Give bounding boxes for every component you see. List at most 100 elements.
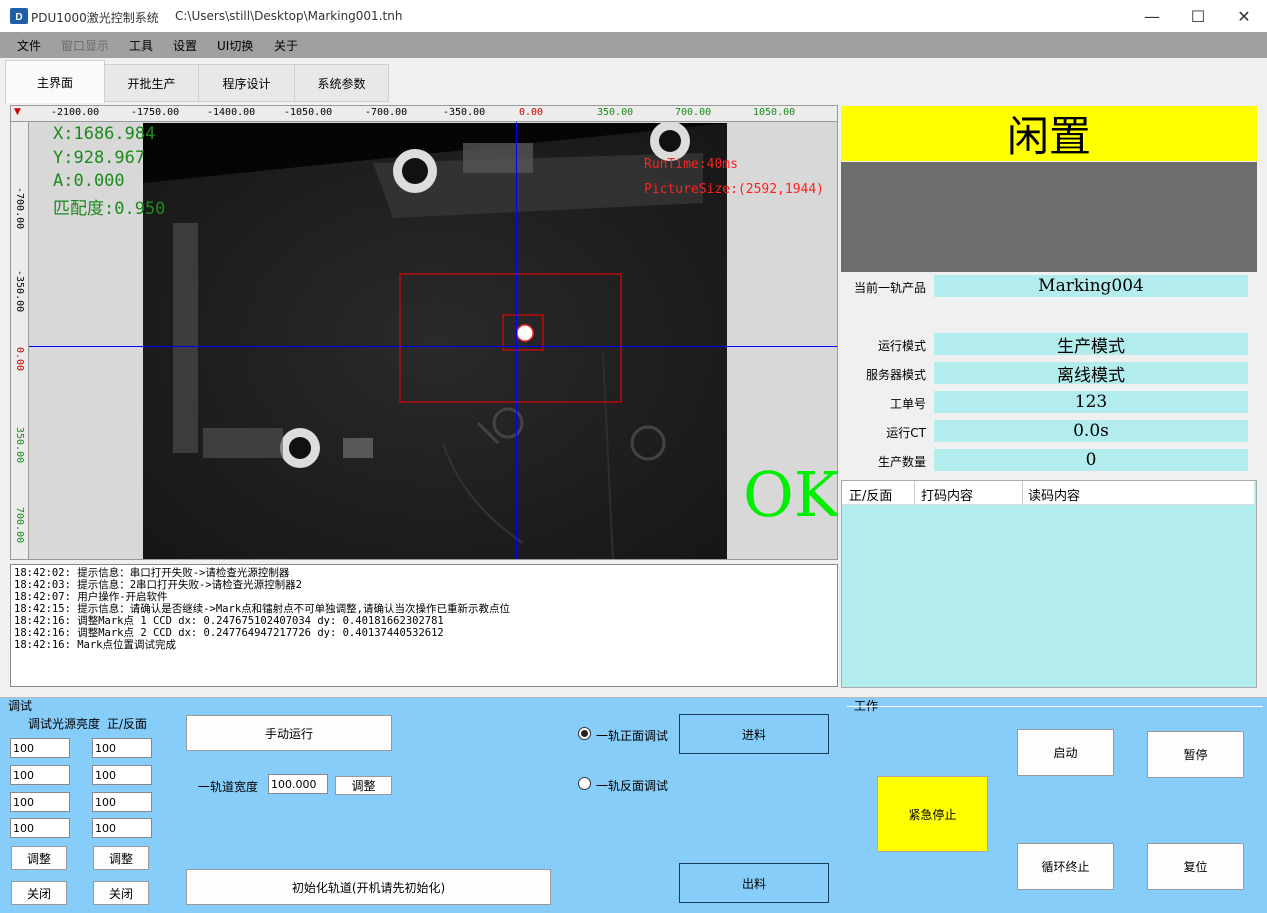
table-header: 正/反面 打码内容 读码内容 bbox=[842, 481, 1254, 505]
start-button[interactable]: 启动 bbox=[1017, 729, 1114, 776]
ruler-tick-label: -2100.00 bbox=[51, 107, 100, 118]
info-value-run-mode: 生产模式 bbox=[934, 333, 1248, 357]
info-value-run-ct: 0.0s bbox=[934, 420, 1248, 442]
coord-y: Y:928.967 bbox=[53, 148, 146, 168]
ruler-tick-label: -350.00 bbox=[443, 107, 486, 118]
emergency-stop-button[interactable]: 紧急停止 bbox=[877, 776, 988, 852]
info-value-work-order: 123 bbox=[934, 391, 1248, 413]
log-line: 18:42:16: 调整Mark点 1 CCD dx: 0.2476751024… bbox=[14, 615, 444, 627]
log-line: 18:42:02: 提示信息：串口打开失败->请检查光源控制器 bbox=[14, 567, 290, 579]
info-label-current-product: 当前一轨产品 bbox=[853, 281, 926, 295]
match-score: 匹配度:0.950 bbox=[53, 199, 166, 219]
light-close-button[interactable]: 关闭 bbox=[11, 881, 67, 905]
feed-in-button[interactable]: 进料 bbox=[679, 714, 829, 754]
file-path: C:\Users\still\Desktop\Marking001.tnh bbox=[175, 9, 403, 23]
log-line: 18:42:16: 调整Mark点 2 CCD dx: 0.2477649472… bbox=[14, 627, 444, 639]
face-input-3[interactable]: 100 bbox=[92, 792, 152, 812]
tab-main[interactable]: 主界面 bbox=[5, 60, 105, 103]
log-panel[interactable]: 18:42:02: 提示信息：串口打开失败->请检查光源控制器 18:42:03… bbox=[10, 564, 838, 687]
radio-back-debug[interactable] bbox=[578, 777, 591, 790]
tab-system-params[interactable]: 系统参数 bbox=[294, 64, 389, 102]
info-value-current-product: Marking004 bbox=[934, 275, 1248, 297]
ruler-tick-label: -350.00 bbox=[14, 270, 25, 313]
svg-text:D: D bbox=[15, 12, 22, 23]
ruler-origin-icon: ▼ bbox=[14, 107, 21, 117]
column-header[interactable]: 打码内容 bbox=[921, 485, 973, 504]
light-input-1[interactable]: 100 bbox=[10, 738, 70, 758]
pause-button[interactable]: 暂停 bbox=[1147, 731, 1244, 778]
manual-run-button[interactable]: 手动运行 bbox=[186, 715, 392, 751]
coord-x: X:1686.984 bbox=[53, 124, 156, 144]
radio-front-label[interactable]: 一轨正面调试 bbox=[596, 727, 668, 744]
track-adjust-button[interactable]: 调整 bbox=[335, 776, 392, 795]
menu-tools[interactable]: 工具 bbox=[129, 37, 153, 54]
title-bar: D PDU1000激光控制系统 C:\Users\still\Desktop\M… bbox=[0, 0, 1267, 32]
coord-angle: A:0.000 bbox=[53, 171, 125, 191]
tab-batch-production[interactable]: 开批生产 bbox=[104, 64, 199, 102]
radio-selected-icon bbox=[581, 730, 588, 737]
column-header[interactable]: 正/反面 bbox=[849, 485, 892, 504]
loop-end-button[interactable]: 循环终止 bbox=[1017, 843, 1114, 890]
ruler-tick-label: -1400.00 bbox=[207, 107, 256, 118]
menu-window-display[interactable]: 窗口显示 bbox=[61, 37, 109, 54]
ruler-left: -700.00 -350.00 0.00 350.00 700.00 bbox=[11, 122, 29, 559]
light-input-4[interactable]: 100 bbox=[10, 818, 70, 838]
run-time: RunTime:40ms bbox=[644, 157, 738, 172]
face-label: 正/反面 bbox=[107, 717, 148, 731]
crosshair-horizontal bbox=[29, 346, 837, 347]
log-line: 18:42:16: Mark点位置调试完成 bbox=[14, 639, 177, 651]
ruler-tick-label: 350.00 bbox=[597, 107, 634, 118]
face-close-button[interactable]: 关闭 bbox=[93, 881, 149, 905]
face-input-2[interactable]: 100 bbox=[92, 765, 152, 785]
minimize-button[interactable]: — bbox=[1129, 0, 1175, 32]
light-input-3[interactable]: 100 bbox=[10, 792, 70, 812]
ruler-tick-label: 0.00 bbox=[14, 347, 25, 372]
app-logo-icon: D bbox=[10, 8, 28, 24]
close-button[interactable]: ✕ bbox=[1221, 0, 1267, 32]
group-divider bbox=[847, 706, 1263, 707]
menu-bar: 文件 窗口显示 工具 设置 UI切换 关于 bbox=[0, 32, 1267, 58]
reset-button[interactable]: 复位 bbox=[1147, 843, 1244, 890]
radio-back-label[interactable]: 一轨反面调试 bbox=[596, 777, 668, 794]
track-width-label: 一轨道宽度 bbox=[198, 780, 259, 794]
column-header[interactable]: 读码内容 bbox=[1028, 485, 1080, 504]
maximize-button[interactable]: ☐ bbox=[1175, 0, 1221, 32]
menu-ui-switch[interactable]: UI切换 bbox=[217, 37, 253, 54]
log-line: 18:42:03: 提示信息：2串口打开失败->请检查光源控制器2 bbox=[14, 579, 303, 591]
column-divider bbox=[914, 481, 915, 505]
face-input-4[interactable]: 100 bbox=[92, 818, 152, 838]
info-label-server-mode: 服务器模式 bbox=[865, 368, 926, 382]
machine-state-banner: 闲置 bbox=[841, 106, 1257, 161]
menu-settings[interactable]: 设置 bbox=[173, 37, 197, 54]
column-divider bbox=[1022, 481, 1023, 505]
app-title: PDU1000激光控制系统 bbox=[31, 11, 159, 25]
face-adjust-button[interactable]: 调整 bbox=[93, 846, 149, 870]
pcb-capture-graphic bbox=[143, 123, 727, 559]
preview-area bbox=[841, 162, 1257, 272]
crosshair-vertical bbox=[516, 122, 517, 559]
ruler-tick-label: -1750.00 bbox=[131, 107, 180, 118]
ruler-tick-label: -700.00 bbox=[14, 187, 25, 230]
menu-file[interactable]: 文件 bbox=[17, 37, 41, 54]
code-read-table[interactable]: 正/反面 打码内容 读码内容 bbox=[841, 480, 1257, 688]
menu-about[interactable]: 关于 bbox=[274, 37, 298, 54]
light-input-2[interactable]: 100 bbox=[10, 765, 70, 785]
light-brightness-label: 调试光源亮度 bbox=[28, 717, 101, 731]
camera-image bbox=[143, 123, 727, 559]
info-label-production-count: 生产数量 bbox=[877, 455, 926, 469]
result-ok: OK bbox=[743, 458, 838, 531]
info-label-run-ct: 运行CT bbox=[886, 426, 926, 440]
log-line: 18:42:15: 提示信息：请确认是否继续->Mark点和镭射点不可单独调整,… bbox=[14, 603, 510, 615]
face-input-1[interactable]: 100 bbox=[92, 738, 152, 758]
ruler-tick-label: 0.00 bbox=[519, 107, 544, 118]
track-width-input[interactable]: 100.000 bbox=[268, 774, 328, 794]
radio-front-debug[interactable] bbox=[578, 727, 591, 740]
info-label-work-order: 工单号 bbox=[889, 397, 926, 411]
info-value-server-mode: 离线模式 bbox=[934, 362, 1248, 386]
ruler-tick-label: 700.00 bbox=[675, 107, 712, 118]
camera-view[interactable]: ▼ -2100.00 -1750.00 -1400.00 -1050.00 -7… bbox=[10, 105, 838, 560]
feed-out-button[interactable]: 出料 bbox=[679, 863, 829, 903]
light-adjust-button[interactable]: 调整 bbox=[11, 846, 67, 870]
init-track-button[interactable]: 初始化轨道(开机请先初始化) bbox=[186, 869, 551, 905]
tab-program-design[interactable]: 程序设计 bbox=[198, 64, 295, 102]
